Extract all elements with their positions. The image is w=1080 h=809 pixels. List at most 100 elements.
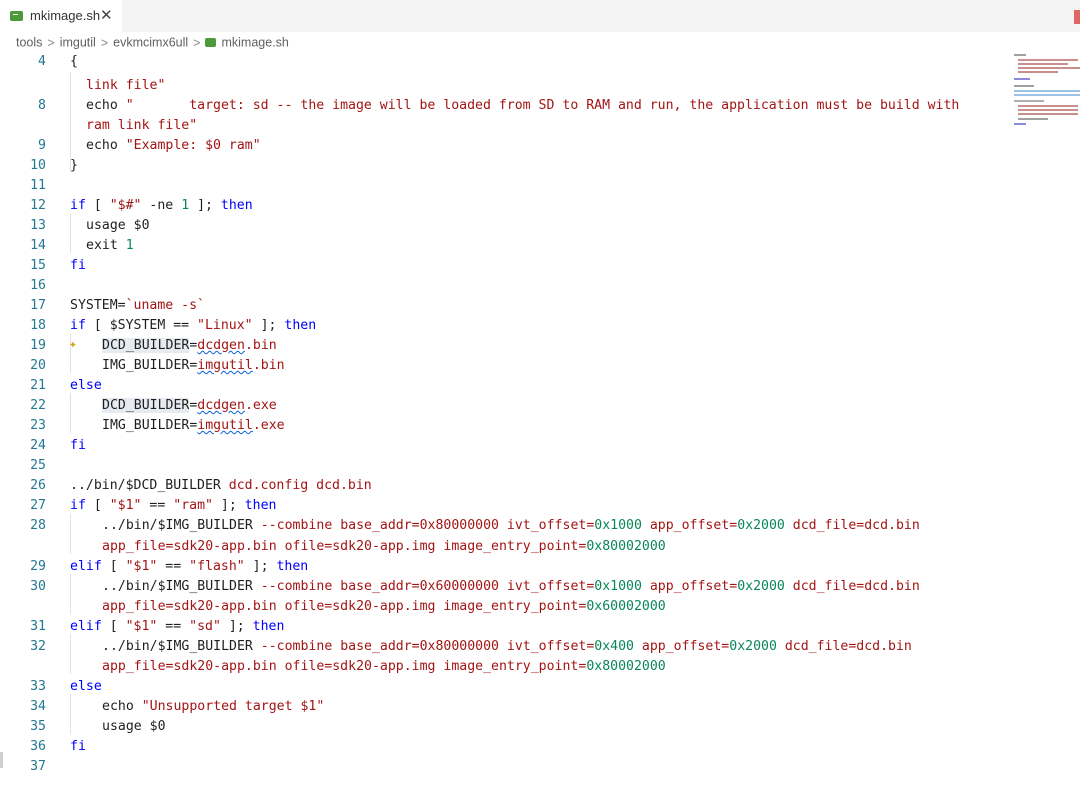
code-token: [: [85, 498, 110, 513]
code-token: --combine base_addr=0x60000000 ivt_offse…: [252, 579, 595, 594]
code-token: -ne: [141, 198, 182, 213]
code-token: "ram": [173, 498, 213, 513]
code-token: {: [70, 54, 78, 69]
line-number: 27: [30, 498, 46, 513]
line-number: 13: [30, 218, 46, 233]
code-token: [: [101, 559, 126, 574]
code-line: 13 usage $0: [0, 216, 1000, 236]
line-number: 17: [30, 298, 46, 313]
breadcrumb-item-tools[interactable]: tools: [16, 36, 42, 50]
code-token: "$1": [125, 559, 158, 574]
minimap[interactable]: [1012, 52, 1080, 132]
line-number: 30: [30, 579, 46, 594]
minimap-line: [1018, 109, 1078, 111]
code-line: 19 DCD_BUILDER=dcdgen.bin: [0, 336, 1000, 356]
line-number: 16: [30, 278, 46, 293]
code-token: elif: [70, 619, 102, 634]
code-token: SYSTEM=: [70, 298, 126, 313]
code-token: "$1": [109, 498, 142, 513]
line-number: 24: [30, 438, 46, 453]
line-number: 22: [30, 398, 46, 413]
code-token: app_offset=: [641, 579, 738, 594]
code-token: ];: [252, 318, 285, 333]
line-number: 35: [30, 719, 46, 734]
code-token: echo: [86, 98, 126, 113]
code-token: 0x1000: [594, 518, 642, 533]
code-line: 8 echo " target: sd -- the image will be …: [0, 96, 1000, 116]
code-token: "$#": [109, 198, 142, 213]
line-number: 18: [30, 318, 46, 333]
code-token: dcd.config dcd.bin: [220, 478, 372, 493]
line-number: 19: [30, 338, 46, 353]
code-line: 28 ../bin/$IMG_BUILDER --combine base_add…: [0, 516, 1000, 536]
code-token: --combine base_addr=0x80000000 ivt_offse…: [252, 518, 595, 533]
code-token: [: [85, 198, 110, 213]
code-token: 0x400: [594, 639, 634, 654]
line-number: 8: [38, 98, 46, 113]
close-icon[interactable]: ✕: [100, 6, 113, 24]
code-line: 26 ../bin/$DCD_BUILDER dcd.config dcd.bin: [0, 476, 1000, 496]
code-token: then: [284, 318, 317, 333]
code-token: dcd_file=dcd.bin: [784, 579, 920, 594]
breadcrumb-item-mkimage-sh[interactable]: mkimage.sh: [221, 36, 288, 50]
code-line: 27 if [ "$1" == "ram" ]; then: [0, 496, 1000, 516]
line-number: 28: [30, 518, 46, 533]
code-token: imgutil: [197, 418, 253, 433]
chevron-right-icon: >: [47, 35, 55, 50]
code-token: 0x2000: [729, 639, 777, 654]
code-token: `uname -s`: [125, 298, 205, 313]
code-token: fi: [70, 739, 86, 754]
minimap-line: [1014, 123, 1026, 125]
line-number: 36: [30, 739, 46, 754]
code-token: "sd": [189, 619, 221, 634]
chevron-right-icon: >: [193, 35, 201, 50]
code-token: echo: [102, 699, 142, 714]
line-number: 32: [30, 639, 46, 654]
code-token: .bin: [244, 338, 277, 353]
code-token: app_offset=: [633, 639, 730, 654]
breadcrumb-item-imgutil[interactable]: imgutil: [60, 36, 96, 50]
code-token: dcd_file=dcd.bin: [776, 639, 912, 654]
code-line: 33 else: [0, 677, 1000, 697]
line-number: 11: [30, 178, 46, 193]
code-editor[interactable]: 4{ link file" 8 echo " target: sd -- the …: [0, 52, 1010, 809]
code-token: "$1": [125, 619, 158, 634]
code-line: 14 exit 1: [0, 236, 1000, 256]
code-token: ];: [220, 619, 253, 634]
code-line: 31 elif [ "$1" == "sd" ]; then: [0, 617, 1000, 637]
code-token: }: [70, 158, 78, 173]
gutter-marker: [0, 752, 3, 768]
code-token: [: [101, 619, 126, 634]
code-token: then: [220, 198, 253, 213]
code-token: app_file=sdk20-app.bin ofile=sdk20-app.i…: [102, 599, 587, 614]
minimap-line: [1014, 90, 1080, 92]
breadcrumb-item-evkmcimx6ull[interactable]: evkmcimx6ull: [113, 36, 188, 50]
code-line: app_file=sdk20-app.bin ofile=sdk20-app.i…: [0, 537, 1000, 557]
line-number: 10: [30, 158, 46, 173]
breadcrumb: tools > imgutil > evkmcimx6ull > mkimage.sh: [16, 35, 289, 51]
code-token: then: [276, 559, 309, 574]
code-line: 10}: [0, 156, 1000, 176]
code-line: 11: [0, 176, 1000, 196]
code-line: 22 DCD_BUILDER=dcdgen.exe: [0, 396, 1000, 416]
code-token: ==: [141, 498, 174, 513]
line-number: 12: [30, 198, 46, 213]
line-number: 20: [30, 358, 46, 373]
code-token: "flash": [189, 559, 245, 574]
line-number: 33: [30, 679, 46, 694]
code-line: 12 if [ "$#" -ne 1 ]; then: [0, 196, 1000, 216]
code-line: app_file=sdk20-app.bin ofile=sdk20-app.i…: [0, 597, 1000, 617]
sparkle-icon[interactable]: ✦: [69, 337, 77, 352]
code-line: 20 IMG_BUILDER=imgutil.bin: [0, 356, 1000, 376]
code-token: if: [70, 318, 86, 333]
code-token: ];: [244, 559, 277, 574]
code-token: DCD_BUILDER: [102, 398, 190, 413]
terminal-file-icon: [205, 38, 217, 48]
tab-mkimage-sh[interactable]: mkimage.sh ✕: [0, 0, 122, 32]
code-token: --combine base_addr=0x80000000 ivt_offse…: [252, 639, 595, 654]
code-line: 37: [0, 757, 1000, 777]
line-number: 23: [30, 418, 46, 433]
code-token: usage $0: [86, 218, 150, 233]
code-token: then: [244, 498, 277, 513]
code-line: 32 ../bin/$IMG_BUILDER --combine base_add…: [0, 637, 1000, 657]
